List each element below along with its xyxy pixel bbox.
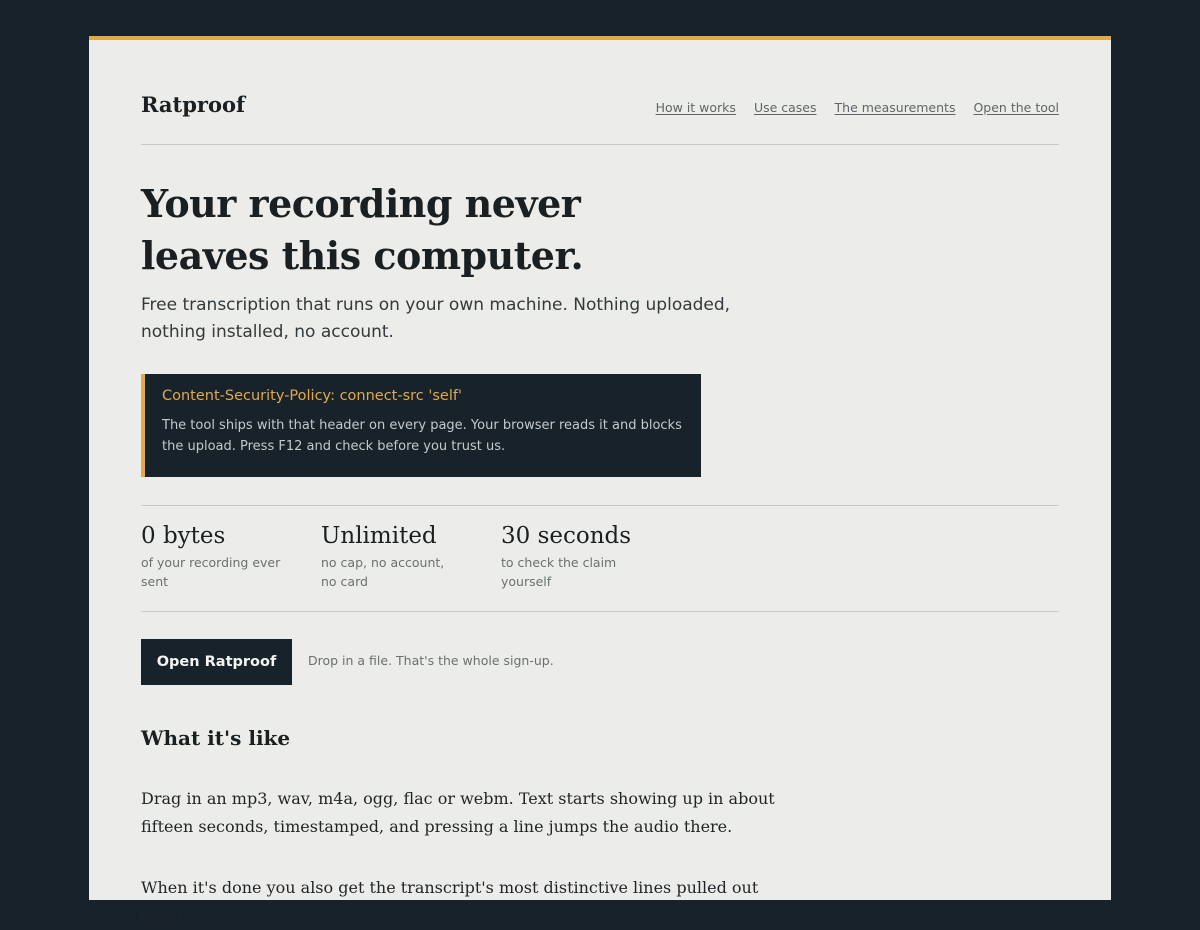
site-header: Ratproof How it works Use cases The meas…	[141, 88, 1059, 145]
cta-note: Drop in a file. That's the whole sign-up…	[308, 653, 554, 668]
stat-value: 0 bytes	[141, 523, 226, 549]
csp-callout: Content-Security-Policy: connect-src 'se…	[141, 374, 701, 477]
stat-label: of your recording ever sent	[141, 555, 281, 589]
cta-row: Open Ratproof Drop in a file. That's the…	[141, 639, 1059, 685]
brand-logo[interactable]: Ratproof	[141, 92, 245, 117]
stat-seconds: 30 seconds to check the claim yourself	[501, 521, 641, 591]
top-nav: How it works Use cases The measurements …	[656, 100, 1059, 115]
stat-unlimited: Unlimited no cap, no account, no card	[321, 521, 461, 591]
stat-label: no cap, no account, no card	[321, 555, 445, 589]
stat-bytes: 0 bytes of your recording ever sent	[141, 521, 281, 591]
nav-link-use-cases[interactable]: Use cases	[754, 100, 817, 115]
stat-value: Unlimited	[321, 523, 437, 549]
nav-link-measurements[interactable]: The measurements	[835, 100, 956, 115]
stat-value: 30 seconds	[501, 523, 632, 549]
stats-row: 0 bytes of your recording ever sent Unli…	[141, 505, 1059, 612]
nav-link-how-it-works[interactable]: How it works	[656, 100, 736, 115]
section-heading: What it's like	[141, 726, 291, 750]
page-card: Ratproof How it works Use cases The meas…	[89, 36, 1111, 925]
open-ratproof-button[interactable]: Open Ratproof	[141, 639, 292, 685]
hero-title: Your recording never leaves this compute…	[141, 181, 584, 278]
nav-link-open-tool[interactable]: Open the tool	[973, 100, 1059, 115]
csp-header-text: Content-Security-Policy: connect-src 'se…	[162, 388, 462, 404]
section-paragraph: When it's done you also get the transcri…	[141, 878, 759, 925]
section-paragraph: Drag in an mp3, wav, m4a, ogg, flac or w…	[141, 789, 775, 836]
hero-lede: Free transcription that runs on your own…	[141, 295, 731, 342]
csp-body-text: The tool ships with that header on every…	[162, 418, 682, 454]
stat-label: to check the claim yourself	[501, 555, 617, 589]
